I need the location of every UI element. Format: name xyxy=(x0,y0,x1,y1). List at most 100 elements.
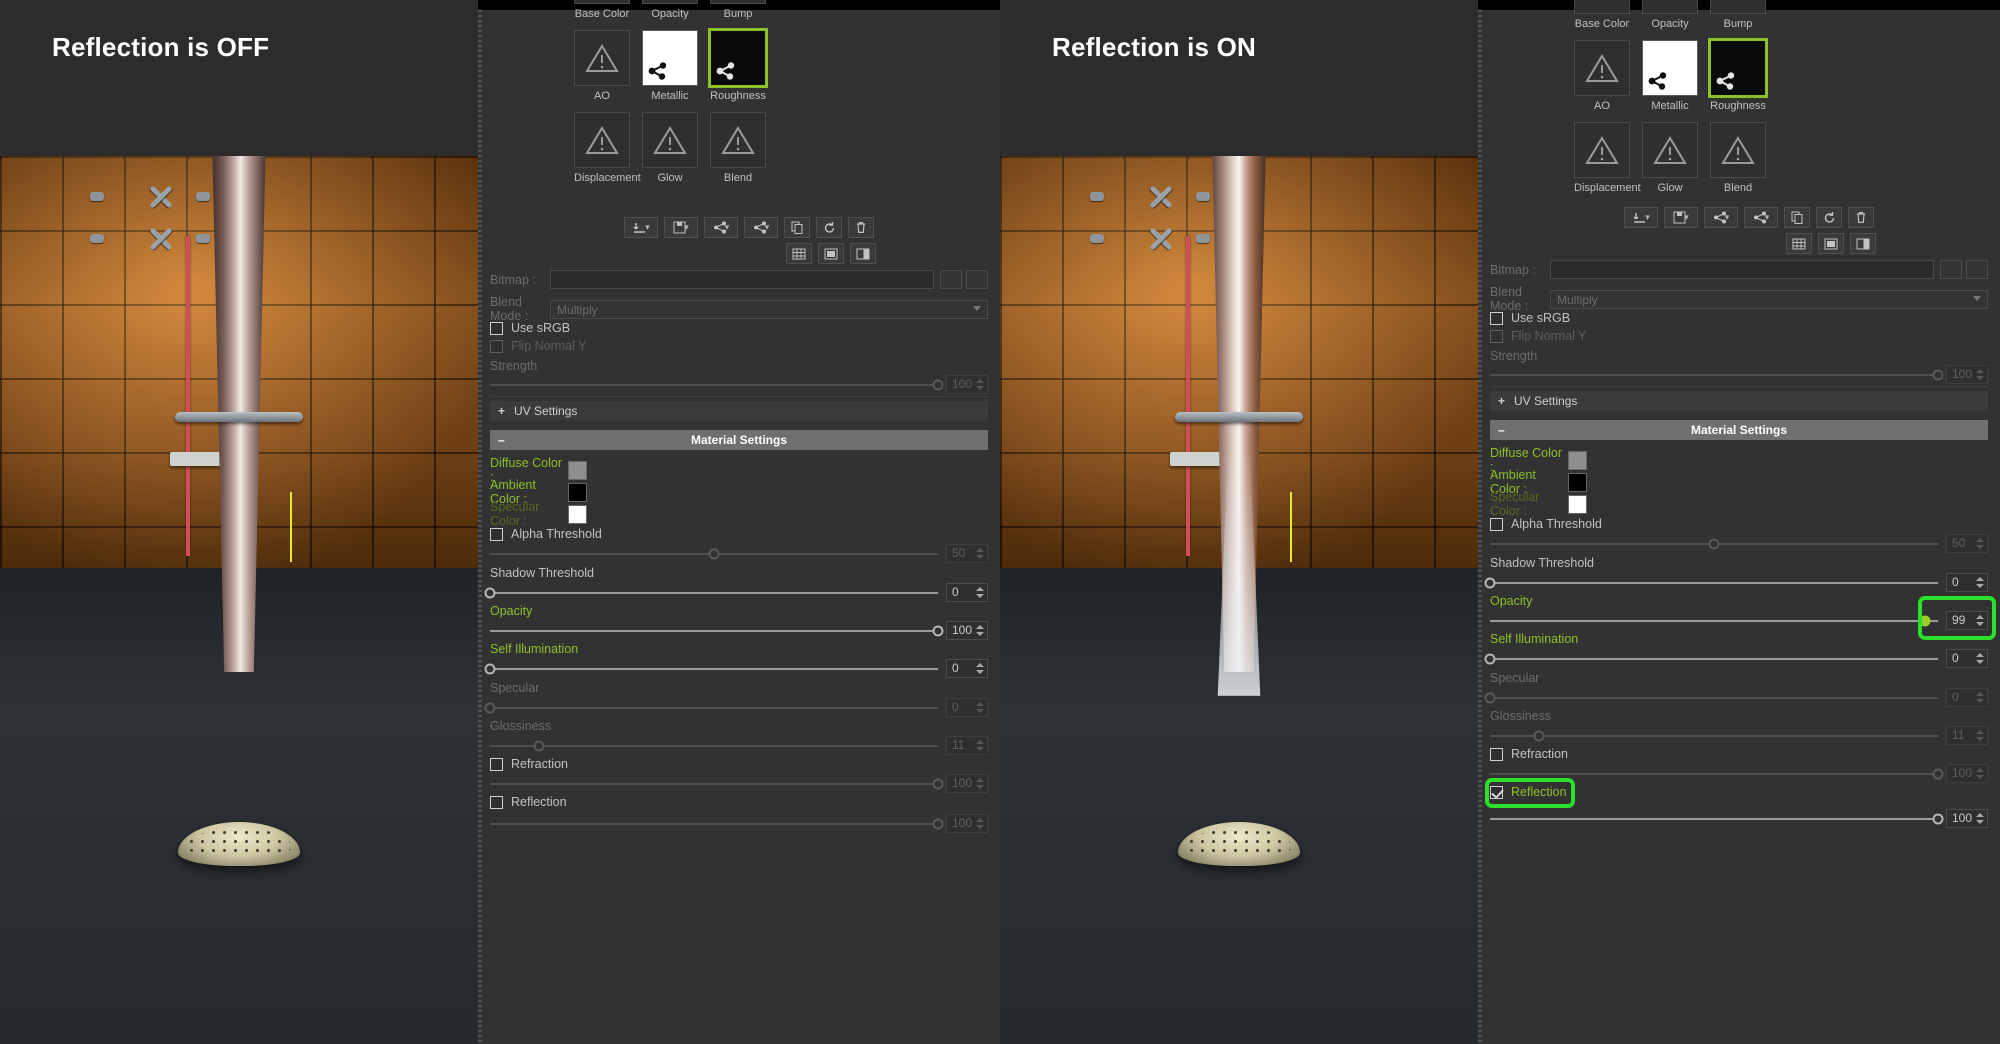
opacity-track[interactable] xyxy=(1490,615,1938,626)
layout-icon[interactable] xyxy=(1818,233,1844,254)
use-srgb-row-right[interactable]: Use sRGB xyxy=(1490,311,1988,325)
texture-slot-blend[interactable]: Blend xyxy=(710,112,766,184)
folder-icon[interactable] xyxy=(940,270,962,289)
bump-thumb[interactable] xyxy=(1710,0,1766,14)
alpha-threshold-row-left[interactable]: Alpha Threshold xyxy=(490,527,988,541)
delete-icon[interactable] xyxy=(1848,207,1874,228)
metallic-thumb[interactable] xyxy=(642,30,698,86)
opacity-thumb[interactable] xyxy=(1642,0,1698,14)
grid-icon[interactable] xyxy=(786,243,812,264)
diffuse-color-swatch[interactable] xyxy=(1568,450,1587,470)
texture-slot-opacity[interactable]: Opacity xyxy=(642,0,698,20)
alpha-threshold-track[interactable] xyxy=(1490,538,1938,549)
opacity-thumb[interactable] xyxy=(932,625,944,636)
use-srgb-row-left[interactable]: Use sRGB xyxy=(490,321,988,335)
glow-thumb[interactable] xyxy=(1642,122,1698,178)
split-icon[interactable] xyxy=(850,243,876,264)
self-illumination-track[interactable] xyxy=(1484,653,1938,664)
clear-icon[interactable] xyxy=(1966,260,1988,279)
reflection-thumb[interactable] xyxy=(1932,813,1944,824)
alpha-threshold-slider-right[interactable]: 50 xyxy=(1490,534,1988,553)
texture-slot-bump[interactable]: Bump xyxy=(710,0,766,20)
self-illumination-thumb[interactable] xyxy=(484,663,496,674)
uv-settings-section-right[interactable]: + UV Settings xyxy=(1490,391,1988,411)
texture-slot-displacement[interactable]: Displacement xyxy=(1574,122,1641,194)
reflection-checkbox[interactable] xyxy=(490,795,503,809)
ambient-color-swatch[interactable] xyxy=(568,482,587,502)
texture-slot-ao[interactable]: AO xyxy=(1574,40,1630,112)
self-illumination-value[interactable]: 0 xyxy=(1946,649,1988,668)
bump-thumb[interactable] xyxy=(710,0,766,4)
strength-slider-right[interactable]: 100 xyxy=(1490,365,1988,384)
blend-mode-select[interactable]: Multiply xyxy=(550,299,988,319)
clear-icon[interactable] xyxy=(966,270,988,289)
alpha-threshold-thumb[interactable] xyxy=(708,548,720,559)
shadow-threshold-value[interactable]: 0 xyxy=(1946,573,1988,592)
reflection-value[interactable]: 100 xyxy=(1946,809,1988,828)
opacity-thumb[interactable] xyxy=(642,0,698,4)
reflection-row-left[interactable]: Reflection xyxy=(490,795,988,809)
shadow-threshold-track[interactable] xyxy=(484,587,938,598)
opacity-slider-right[interactable]: 99 xyxy=(1490,611,1988,630)
strength-track[interactable] xyxy=(1490,369,1944,380)
strength-thumb[interactable] xyxy=(932,379,944,390)
opacity-track[interactable] xyxy=(490,625,944,636)
roughness-thumb[interactable] xyxy=(1708,38,1768,98)
material-settings-expander[interactable]: – xyxy=(498,433,505,447)
grid-icon[interactable] xyxy=(1786,233,1812,254)
copy-icon[interactable] xyxy=(1784,207,1810,228)
glow-thumb[interactable] xyxy=(642,112,698,168)
uv-settings-expander[interactable]: + xyxy=(1498,394,1505,408)
texture-slot-metallic[interactable]: Metallic xyxy=(1642,40,1698,112)
refraction-checkbox[interactable] xyxy=(490,757,503,771)
alpha-threshold-checkbox[interactable] xyxy=(490,527,503,541)
reflection-slider-right[interactable]: 100 xyxy=(1490,809,1988,828)
strength-value[interactable]: 100 xyxy=(946,375,988,394)
layout-icon[interactable] xyxy=(818,243,844,264)
reset-icon[interactable] xyxy=(1816,207,1842,228)
roughness-thumb[interactable] xyxy=(708,28,768,88)
opacity-value[interactable]: 99 xyxy=(1946,611,1988,630)
texture-slot-glow[interactable]: Glow xyxy=(1642,122,1698,194)
self-illumination-slider-left[interactable]: 0 xyxy=(484,659,988,678)
reset-icon[interactable] xyxy=(816,217,842,238)
refraction-row-right[interactable]: Refraction xyxy=(1490,747,1988,761)
opacity-value[interactable]: 100 xyxy=(946,621,988,640)
save-icon[interactable]: ▾ xyxy=(1664,207,1698,228)
delete-icon[interactable] xyxy=(848,217,874,238)
self-illumination-value[interactable]: 0 xyxy=(946,659,988,678)
bitmap-input[interactable] xyxy=(1550,260,1934,279)
strength-slider-left[interactable]: 100 xyxy=(490,375,988,394)
alpha-threshold-track[interactable] xyxy=(490,548,938,559)
alpha-threshold-row-right[interactable]: Alpha Threshold xyxy=(1490,517,1988,531)
metallic-thumb[interactable] xyxy=(1642,40,1698,96)
ao-thumb[interactable] xyxy=(1574,40,1630,96)
self-illumination-thumb[interactable] xyxy=(1484,653,1496,664)
texture-slot-blend[interactable]: Blend xyxy=(1710,122,1766,194)
shadow-threshold-thumb[interactable] xyxy=(1484,577,1496,588)
node-icon[interactable]: ▾ xyxy=(744,217,778,238)
texture-slot-glow[interactable]: Glow xyxy=(642,112,698,184)
uv-settings-section-left[interactable]: + UV Settings xyxy=(490,401,988,421)
reflection-row-right[interactable]: Reflection xyxy=(1490,785,1988,799)
copy-icon[interactable] xyxy=(784,217,810,238)
reflection-checkbox[interactable] xyxy=(1490,785,1503,799)
displacement-thumb[interactable] xyxy=(574,112,630,168)
texture-slot-displacement[interactable]: Displacement xyxy=(574,112,641,184)
use-srgb-checkbox[interactable] xyxy=(1490,311,1503,325)
alpha-threshold-thumb[interactable] xyxy=(1708,538,1720,549)
alpha-threshold-checkbox[interactable] xyxy=(1490,517,1503,531)
ao-thumb[interactable] xyxy=(574,30,630,86)
import-icon[interactable]: ▾ xyxy=(624,217,658,238)
diffuse-color-swatch[interactable] xyxy=(568,460,587,480)
viewport-left[interactable]: Reflection is OFF xyxy=(0,0,478,1044)
shadow-threshold-slider-left[interactable]: 0 xyxy=(484,583,988,602)
bitmap-input[interactable] xyxy=(550,270,934,289)
share-icon[interactable]: ▾ xyxy=(704,217,738,238)
alpha-threshold-value[interactable]: 50 xyxy=(1946,534,1988,553)
self-illumination-slider-right[interactable]: 0 xyxy=(1484,649,1988,668)
alpha-threshold-slider-left[interactable]: 50 xyxy=(490,544,988,563)
blend-thumb[interactable] xyxy=(710,112,766,168)
refraction-checkbox[interactable] xyxy=(1490,747,1503,761)
shadow-threshold-value[interactable]: 0 xyxy=(946,583,988,602)
